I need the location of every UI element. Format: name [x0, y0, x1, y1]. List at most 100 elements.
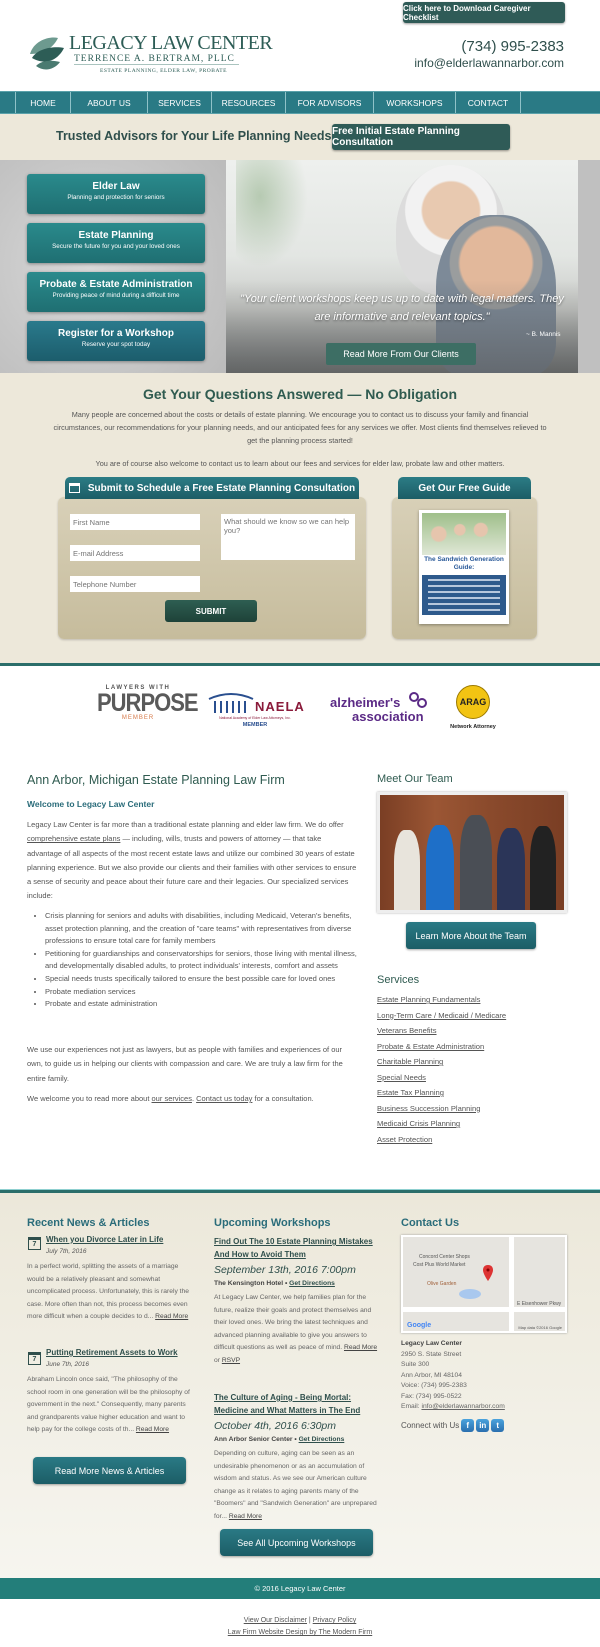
submit-button[interactable]: SUBMIT — [165, 600, 257, 622]
form-tab-label: Submit to Schedule a Free Estate Plannin… — [87, 482, 356, 494]
service-button-probate[interactable]: Probate & Estate Administration Providin… — [27, 272, 205, 312]
nav-workshops[interactable]: WORKSHOPS — [374, 92, 456, 113]
or-text: or — [214, 1356, 222, 1364]
read-more-news-button[interactable]: Read More News & Articles — [33, 1457, 186, 1484]
service-link[interactable]: Veterans Benefits — [377, 1023, 506, 1039]
logo-title: LEGACY LAW CENTER — [69, 32, 273, 54]
main-title: Ann Arbor, Michigan Estate Planning Law … — [27, 773, 285, 787]
alzheimers-association-logo[interactable]: alzheimer's association — [330, 685, 430, 735]
logo[interactable]: LEGACY LAW CENTER TERRENCE A. BERTRAM, P… — [28, 30, 273, 76]
map-lake — [459, 1289, 481, 1299]
nav-about-us[interactable]: ABOUT US — [71, 92, 148, 113]
article-title-link[interactable]: Putting Retirement Assets to Work — [46, 1348, 178, 1357]
service-link[interactable]: Business Succession Planning — [377, 1101, 506, 1117]
nav-resources[interactable]: RESOURCES — [212, 92, 286, 113]
workshop-title-link[interactable]: The Culture of Aging - Being Mortal: Med… — [214, 1392, 384, 1417]
map-pin-icon — [483, 1265, 493, 1281]
free-guide-tab[interactable]: Get Our Free Guide — [398, 477, 531, 499]
nav-services[interactable]: SERVICES — [148, 92, 212, 113]
team-title: Meet Our Team — [377, 773, 453, 785]
questions-paragraph: Many people are concerned about the cost… — [53, 410, 547, 445]
naela-member: MEMBER — [242, 722, 268, 728]
lawyers-with-purpose-logo[interactable]: LAWYERS WITH PURPOSE MEMBER — [97, 685, 199, 735]
header-phone[interactable]: (734) 995-2383 — [461, 38, 564, 55]
contact-email-link[interactable]: info@elderlawannarbor.com — [421, 1403, 504, 1410]
website-design-link[interactable]: Law Firm Website Design by The Modern Fi… — [228, 1629, 372, 1636]
service-subtitle: Providing peace of mind during a difficu… — [52, 292, 180, 299]
linkedin-icon[interactable]: in — [476, 1419, 490, 1432]
comprehensive-estate-plans-link[interactable]: comprehensive estate plans — [27, 834, 120, 843]
message-textarea[interactable] — [221, 514, 355, 560]
read-more-link[interactable]: Read More — [229, 1513, 262, 1520]
news-title: Recent News & Articles — [27, 1217, 150, 1229]
plant-image — [236, 160, 316, 280]
services-title: Services — [377, 974, 420, 986]
rsvp-link[interactable]: RSVP — [222, 1357, 240, 1364]
sandwich-guide-cover[interactable]: The Sandwich Generation Guide: — [419, 510, 509, 624]
bullet-item: Petitioning for guardianships and conser… — [45, 948, 357, 973]
naela-logo[interactable]: NAELA National Academy of Elder Law Atto… — [205, 685, 305, 735]
lwp-main: PURPOSE — [97, 688, 199, 717]
service-link[interactable]: Probate & Estate Administration — [377, 1039, 506, 1055]
address-city: Ann Arbor, MI 48104 — [401, 1371, 462, 1379]
map-label: Concord Center Shops — [419, 1254, 470, 1260]
read-more-clients-button[interactable]: Read More From Our Clients — [326, 343, 476, 365]
service-link[interactable]: Special Needs — [377, 1070, 506, 1086]
workshops-title: Upcoming Workshops — [214, 1217, 331, 1229]
service-title: Register for a Workshop — [58, 328, 174, 339]
arag-logo[interactable]: ARAG Network Attorney — [447, 685, 499, 735]
google-map[interactable]: Concord Center Shops Cost Plus World Mar… — [401, 1235, 567, 1333]
read-more-link[interactable]: Read More — [136, 1426, 169, 1433]
service-subtitle: Planning and protection for seniors — [67, 194, 165, 201]
our-services-link[interactable]: our services — [152, 1094, 192, 1103]
disclaimer-link[interactable]: View Our Disclaimer — [244, 1617, 307, 1624]
download-caregiver-checklist-button[interactable]: Click here to Download Caregiver Checkli… — [403, 2, 565, 23]
service-link[interactable]: Medicaid Crisis Planning — [377, 1116, 506, 1132]
workshop-excerpt: At Legacy Law Center, we help families p… — [214, 1292, 382, 1368]
service-link[interactable]: Charitable Planning — [377, 1054, 506, 1070]
service-link[interactable]: Asset Protection — [377, 1132, 506, 1148]
service-button-estate-planning[interactable]: Estate Planning Secure the future for yo… — [27, 223, 205, 263]
intro-text-2: — including, wills, trusts and powers of… — [27, 834, 357, 901]
email-input[interactable] — [70, 545, 200, 561]
privacy-policy-link[interactable]: Privacy Policy — [313, 1617, 357, 1624]
article-title-link[interactable]: When you Divorce Later in Life — [46, 1235, 163, 1244]
voice-number: Voice: (734) 995-2383 — [401, 1382, 467, 1389]
get-directions-link[interactable]: Get Directions — [299, 1436, 345, 1443]
excerpt-text: In a perfect world, splitting the assets… — [27, 1263, 189, 1321]
nav-contact[interactable]: CONTACT — [456, 92, 521, 113]
excerpt-text: Depending on culture, aging can be seen … — [214, 1450, 377, 1520]
contact-us-today-link[interactable]: Contact us today — [196, 1094, 252, 1103]
service-link[interactable]: Estate Planning Fundamentals — [377, 992, 506, 1008]
header-email[interactable]: info@elderlawannarbor.com — [414, 56, 564, 70]
nav-spacer — [0, 92, 16, 113]
first-name-input[interactable] — [70, 514, 200, 530]
service-subtitle: Secure the future for you and your loved… — [52, 243, 180, 250]
p3-text: We welcome you to read more about — [27, 1094, 152, 1103]
service-button-register-workshop[interactable]: Register for a Workshop Reserve your spo… — [27, 321, 205, 361]
read-more-link[interactable]: Read More — [155, 1313, 188, 1320]
service-link[interactable]: Estate Tax Planning — [377, 1085, 506, 1101]
logo-tagline: ESTATE PLANNING, ELDER LAW, PROBATE — [100, 68, 228, 74]
map-label: Olive Garden — [427, 1281, 457, 1287]
get-directions-link[interactable]: Get Directions — [289, 1280, 335, 1287]
read-more-link[interactable]: Read More — [344, 1344, 377, 1351]
address-line: 2950 S. State Street — [401, 1350, 462, 1358]
learn-more-team-button[interactable]: Learn More About the Team — [406, 922, 536, 949]
contact-info: Legacy Law Center 2950 S. State Street S… — [401, 1339, 505, 1413]
service-link[interactable]: Long-Term Care / Medicaid / Medicare — [377, 1008, 506, 1024]
free-consultation-button[interactable]: Free Initial Estate Planning Consultatio… — [332, 124, 510, 150]
nav-for-advisors[interactable]: FOR ADVISORS — [286, 92, 374, 113]
service-button-elder-law[interactable]: Elder Law Planning and protection for se… — [27, 174, 205, 214]
nav-home[interactable]: HOME — [16, 92, 71, 113]
see-all-workshops-button[interactable]: See All Upcoming Workshops — [220, 1529, 373, 1556]
fax-number: Fax: (734) 995-0522 — [401, 1392, 462, 1400]
alzheimers-symbol-icon — [409, 692, 427, 708]
welcome-paragraph: We welcome you to read more about our se… — [27, 1092, 357, 1106]
facebook-icon[interactable]: f — [461, 1419, 475, 1432]
telephone-input[interactable] — [70, 576, 200, 592]
twitter-icon[interactable]: t — [491, 1419, 505, 1432]
location-name: The Kensington Hotel — [214, 1280, 284, 1287]
workshop-title-link[interactable]: Find Out The 10 Estate Planning Mistakes… — [214, 1236, 384, 1261]
hero-edge — [578, 160, 600, 373]
